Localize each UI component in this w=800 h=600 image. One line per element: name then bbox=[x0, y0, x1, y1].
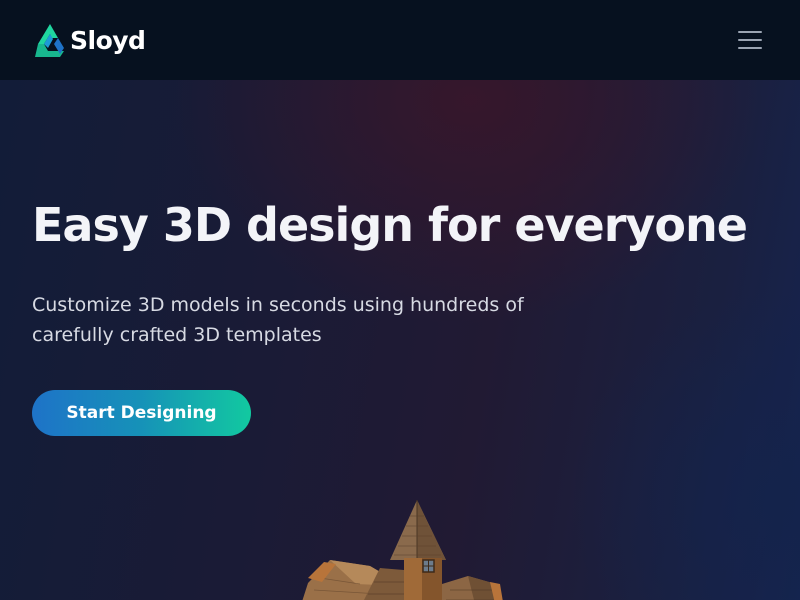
hamburger-menu-icon[interactable] bbox=[736, 28, 764, 52]
logo[interactable]: Sloyd bbox=[32, 22, 146, 58]
start-designing-button[interactable]: Start Designing bbox=[32, 390, 251, 436]
menu-line bbox=[738, 47, 762, 49]
hero-subtitle: Customize 3D models in seconds using hun… bbox=[32, 294, 524, 346]
3d-house-image bbox=[302, 500, 503, 600]
hero-section: Easy 3D design for everyone Customize 3D… bbox=[0, 80, 800, 600]
brand-name: Sloyd bbox=[70, 25, 146, 55]
navbar: Sloyd bbox=[0, 0, 800, 80]
sloyd-logo-icon bbox=[35, 24, 64, 57]
menu-line bbox=[738, 31, 762, 33]
hero-title: Easy 3D design for everyone bbox=[32, 198, 748, 252]
menu-line bbox=[738, 39, 762, 41]
